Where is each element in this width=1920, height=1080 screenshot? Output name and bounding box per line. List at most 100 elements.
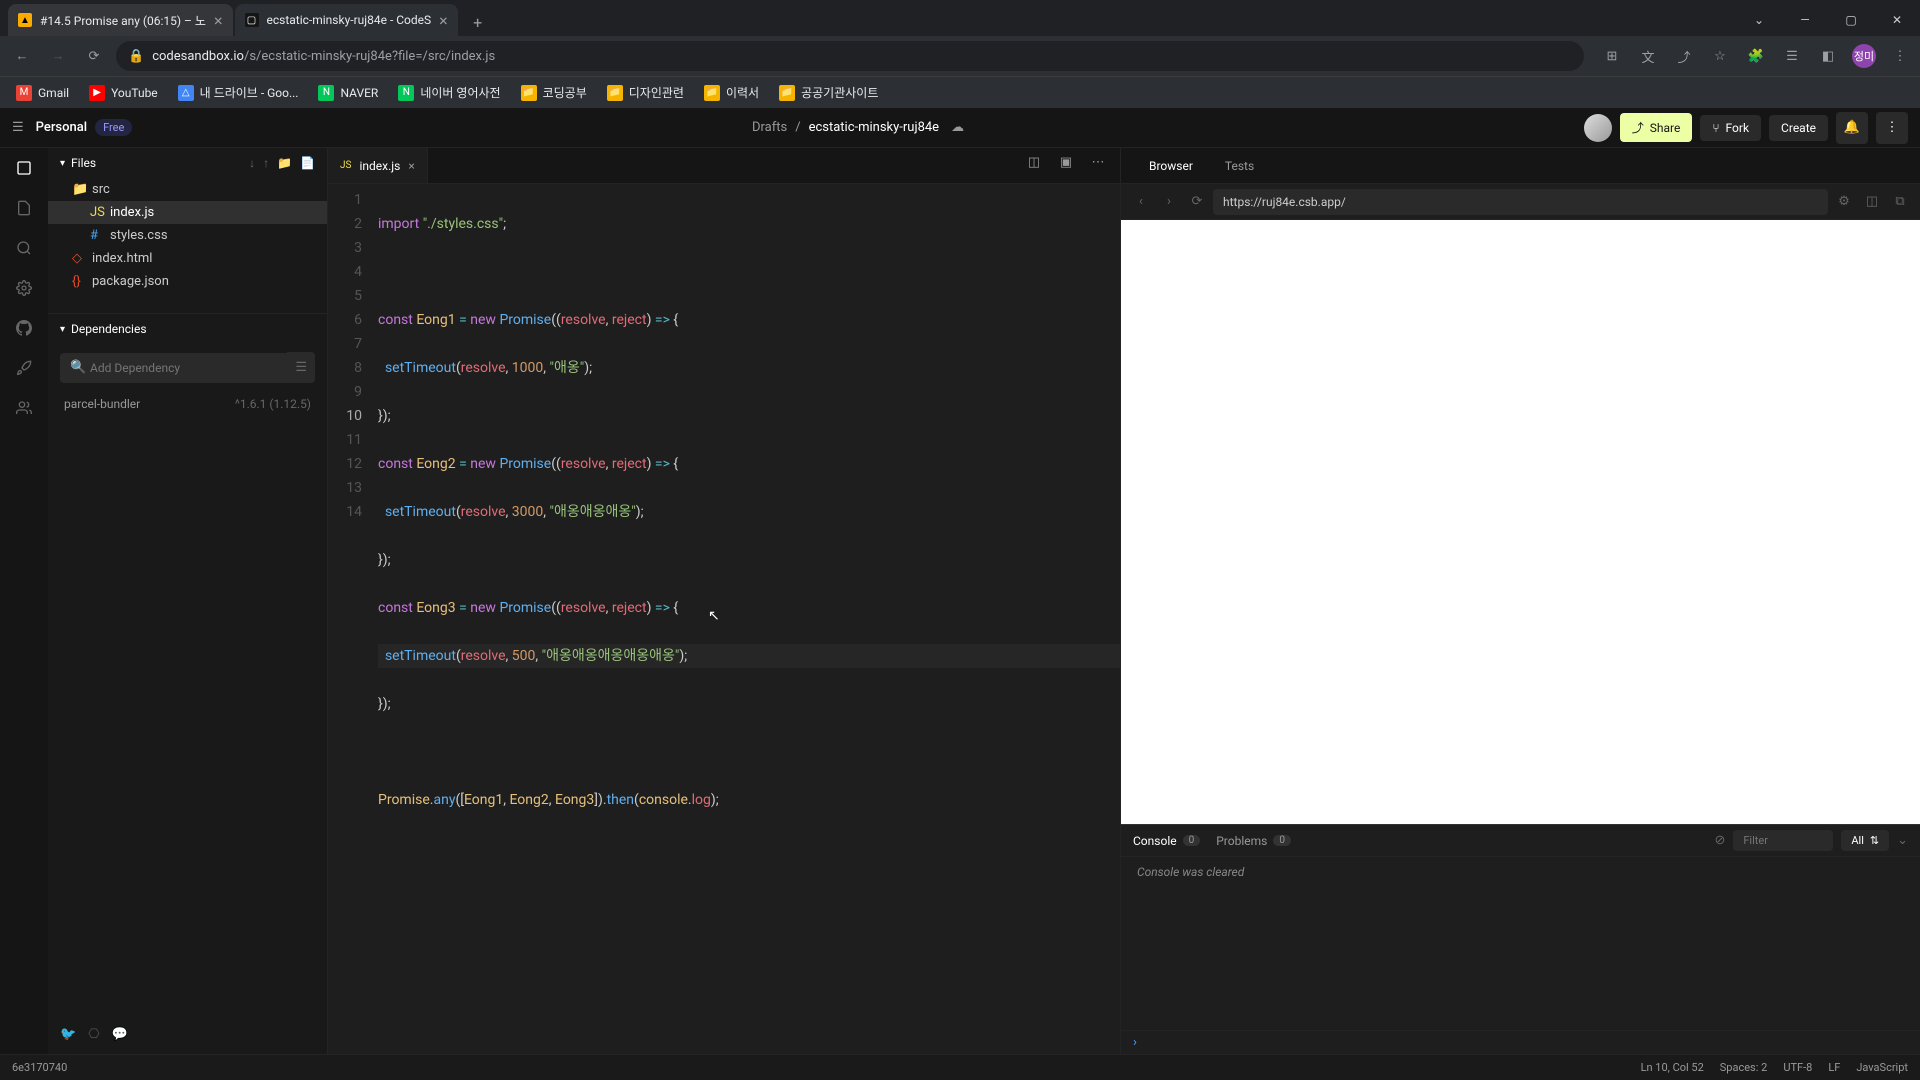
- preview-pane: Browser Tests ‹ › ⟳ ⚙ ◫ ⧉ Console 0: [1120, 148, 1920, 1054]
- layout-icon[interactable]: ◫: [1860, 190, 1884, 214]
- editor-tab-index[interactable]: JS index.js ×: [328, 148, 428, 183]
- layout-icon[interactable]: ▣: [1052, 148, 1080, 176]
- dep-menu-icon[interactable]: ☰: [287, 352, 315, 383]
- tab-console[interactable]: Console 0: [1133, 834, 1200, 848]
- bookmark-icon[interactable]: ☆: [1708, 44, 1732, 68]
- more-icon[interactable]: ⋯: [1084, 148, 1112, 176]
- deps-header[interactable]: ▾ Dependencies: [48, 314, 327, 344]
- bookmarks-bar: MGmail ▶YouTube △내 드라이브 - Goo... NNAVER …: [0, 76, 1920, 108]
- bookmark-naver[interactable]: NNAVER: [310, 81, 386, 105]
- files-header[interactable]: ▾ Files ↓ ↑ 📁 📄: [48, 148, 327, 178]
- code-editor[interactable]: 1234567891011121314 import "./styles.css…: [328, 184, 1120, 1054]
- code-content[interactable]: import "./styles.css"; const Eong1 = new…: [378, 188, 1120, 1054]
- preview-url-input[interactable]: [1213, 189, 1828, 215]
- bookmark-folder-3[interactable]: 📁이력서: [696, 80, 767, 105]
- bookmark-youtube[interactable]: ▶YouTube: [81, 81, 166, 105]
- breadcrumb-current[interactable]: ecstatic-minsky-ruj84e: [809, 120, 940, 135]
- eol[interactable]: LF: [1828, 1061, 1840, 1074]
- clear-icon[interactable]: ⊘: [1714, 833, 1725, 848]
- twitter-icon[interactable]: 🐦: [60, 1027, 76, 1042]
- upload-icon[interactable]: ↑: [263, 156, 269, 170]
- profile-avatar[interactable]: 정미: [1852, 44, 1876, 68]
- create-button[interactable]: Create: [1769, 115, 1828, 141]
- tab-problems[interactable]: Problems 0: [1216, 834, 1291, 848]
- new-folder-icon[interactable]: 📁: [277, 156, 292, 170]
- indent-setting[interactable]: Spaces: 2: [1720, 1061, 1768, 1074]
- minimize-button[interactable]: —: [1782, 4, 1828, 36]
- reading-list-icon[interactable]: ☰: [1780, 44, 1804, 68]
- add-dependency-input[interactable]: [60, 353, 287, 383]
- reload-button[interactable]: ⟳: [1185, 190, 1209, 214]
- github-icon[interactable]: [12, 316, 36, 340]
- share-icon[interactable]: ⤴: [1672, 44, 1696, 68]
- cloud-icon[interactable]: ☁: [951, 120, 964, 135]
- file-styles-css[interactable]: #styles.css: [48, 224, 327, 247]
- file-icon[interactable]: [12, 196, 36, 220]
- back-button[interactable]: ←: [8, 42, 36, 70]
- user-avatar[interactable]: [1584, 114, 1612, 142]
- share-button[interactable]: ⤴Share: [1620, 113, 1693, 142]
- forward-button[interactable]: →: [44, 42, 72, 70]
- more-icon[interactable]: ⋮: [1876, 112, 1908, 144]
- close-button[interactable]: ✕: [1874, 4, 1920, 36]
- bookmark-dict[interactable]: N네이버 영어사전: [390, 80, 508, 105]
- reload-button[interactable]: ⟳: [80, 42, 108, 70]
- console-prompt[interactable]: ›: [1121, 1030, 1920, 1054]
- folder-src[interactable]: 📁src: [48, 178, 327, 201]
- bookmark-drive[interactable]: △내 드라이브 - Goo...: [170, 80, 307, 105]
- css-icon: #: [90, 228, 104, 243]
- sidepanel-icon[interactable]: ◧: [1816, 44, 1840, 68]
- browser-tab-2[interactable]: ▢ ecstatic-minsky-ruj84e - CodeS ×: [235, 4, 458, 36]
- filter-dropdown[interactable]: All ⇅: [1841, 830, 1889, 851]
- deploy-icon[interactable]: [12, 356, 36, 380]
- download-icon[interactable]: ↓: [249, 156, 255, 170]
- close-icon[interactable]: ×: [439, 11, 448, 30]
- install-icon[interactable]: ⊞: [1600, 44, 1624, 68]
- breadcrumb-parent[interactable]: Drafts: [752, 120, 787, 135]
- live-icon[interactable]: [12, 396, 36, 420]
- extensions-icon[interactable]: 🧩: [1744, 44, 1768, 68]
- encoding[interactable]: UTF-8: [1783, 1061, 1812, 1074]
- dep-parcel[interactable]: parcel-bundler ^1.6.1 (1.12.5): [48, 391, 327, 417]
- notification-icon[interactable]: 🔔: [1836, 112, 1868, 144]
- preview-iframe[interactable]: [1121, 220, 1920, 824]
- language-mode[interactable]: JavaScript: [1856, 1061, 1908, 1074]
- url-path: /s/ecstatic-minsky-ruj84e?file=/src/inde…: [244, 49, 495, 64]
- translate-icon[interactable]: 文: [1636, 44, 1660, 68]
- tab-browser[interactable]: Browser: [1133, 159, 1209, 173]
- close-icon[interactable]: ×: [408, 159, 414, 173]
- chevron-down-icon[interactable]: ⌄: [1736, 4, 1782, 36]
- bookmark-folder-4[interactable]: 📁공공기관사이트: [771, 80, 886, 105]
- tab-tests[interactable]: Tests: [1209, 159, 1270, 173]
- file-index-js[interactable]: JSindex.js: [48, 201, 327, 224]
- bookmark-folder-1[interactable]: 📁코딩공부: [513, 80, 595, 105]
- bookmark-folder-2[interactable]: 📁디자인관련: [599, 80, 692, 105]
- maximize-button[interactable]: ▢: [1828, 4, 1874, 36]
- status-hash[interactable]: 6e3170740: [12, 1061, 67, 1074]
- search-icon[interactable]: [12, 236, 36, 260]
- split-icon[interactable]: ◫: [1020, 148, 1048, 176]
- close-icon[interactable]: ×: [214, 11, 223, 30]
- fork-button[interactable]: ⑂Fork: [1700, 115, 1761, 141]
- bookmark-gmail[interactable]: MGmail: [8, 81, 77, 105]
- new-tab-button[interactable]: +: [464, 8, 492, 36]
- github-icon[interactable]: ⎔: [88, 1027, 99, 1042]
- url-input[interactable]: 🔒 codesandbox.io/s/ecstatic-minsky-ruj84…: [116, 41, 1584, 71]
- file-index-html[interactable]: ◇index.html: [48, 247, 327, 270]
- settings-icon[interactable]: [12, 276, 36, 300]
- explorer-icon[interactable]: [12, 156, 36, 180]
- menu-icon[interactable]: ☰: [12, 120, 24, 135]
- cursor-position[interactable]: Ln 10, Col 52: [1641, 1061, 1704, 1074]
- chevron-down-icon[interactable]: ⌄: [1897, 833, 1908, 848]
- menu-icon[interactable]: ⋮: [1888, 44, 1912, 68]
- workspace-name[interactable]: Personal: [36, 120, 87, 135]
- file-package-json[interactable]: {}package.json: [48, 270, 327, 293]
- browser-tab-1[interactable]: ▲ #14.5 Promise any (06:15) – 노 ×: [8, 4, 233, 36]
- new-file-icon[interactable]: 📄: [300, 156, 315, 170]
- back-button[interactable]: ‹: [1129, 190, 1153, 214]
- external-icon[interactable]: ⧉: [1888, 190, 1912, 214]
- devtools-icon[interactable]: ⚙: [1832, 190, 1856, 214]
- filter-input[interactable]: [1733, 830, 1833, 851]
- forward-button[interactable]: ›: [1157, 190, 1181, 214]
- discord-icon[interactable]: 💬: [112, 1027, 128, 1042]
